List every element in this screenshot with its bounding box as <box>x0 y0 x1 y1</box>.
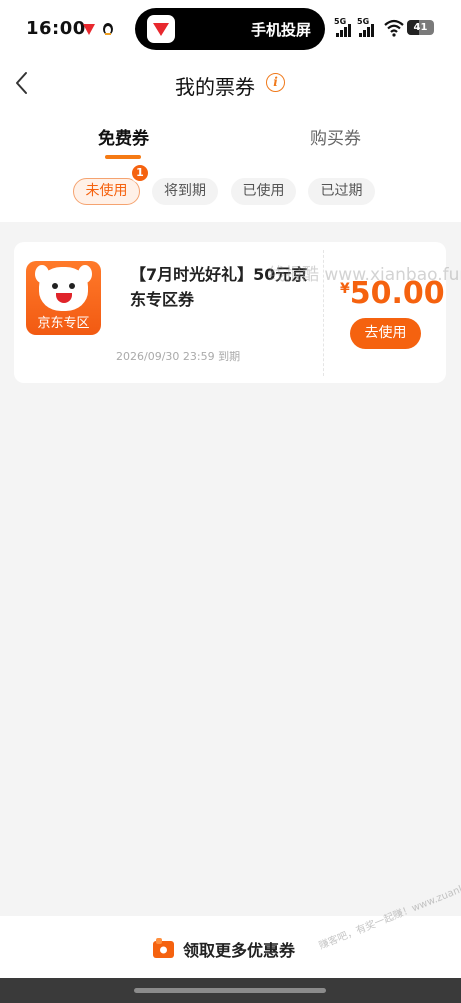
battery-icon: 41 <box>407 20 434 35</box>
watermark-main: 线报酷 www.xianbao.fun <box>268 265 461 285</box>
info-icon[interactable]: i <box>266 73 285 92</box>
screencast-app-icon <box>147 15 175 43</box>
penguin-icon <box>103 23 113 35</box>
jd-mascot-logo: 京东专区 <box>26 261 101 335</box>
coupon-ticket-icon <box>153 938 174 958</box>
unused-count-badge: 1 <box>130 163 150 183</box>
bottom-bar[interactable]: 领取更多优惠券 <box>0 916 461 978</box>
red-arrow-app-icon <box>83 24 95 35</box>
use-coupon-button[interactable]: 去使用 <box>350 318 421 349</box>
signal-icon-2: 5G <box>357 17 377 37</box>
filter-expiring[interactable]: 将到期 <box>152 178 218 205</box>
screencast-pill[interactable]: 手机投屏 <box>135 8 325 50</box>
status-time: 16:00 <box>26 18 86 39</box>
back-button[interactable] <box>10 70 36 96</box>
filter-used[interactable]: 已使用 <box>231 178 296 205</box>
wifi-icon <box>384 19 404 37</box>
page-title: 我的票券 <box>175 75 255 99</box>
status-bar: 16:00 手机投屏 5G 5G 41 <box>0 0 461 58</box>
home-indicator[interactable] <box>134 988 326 993</box>
filter-expired[interactable]: 已过期 <box>308 178 375 205</box>
network-type-1: 5G <box>334 17 347 26</box>
filter-unused[interactable]: 未使用 <box>73 178 140 205</box>
system-nav-bar <box>0 978 461 1003</box>
coupon-expiry: 2026/09/30 23:59 到期 <box>116 350 241 363</box>
active-tab-indicator <box>105 155 141 159</box>
logo-label: 京东专区 <box>37 316 90 331</box>
tab-purchased-coupons[interactable]: 购买券 <box>310 124 361 149</box>
get-more-coupons-link[interactable]: 领取更多优惠券 <box>183 937 295 961</box>
signal-icon: 5G <box>334 17 354 37</box>
screencast-label: 手机投屏 <box>250 21 311 39</box>
tab-free-coupons[interactable]: 免费券 <box>98 124 149 149</box>
network-type-2: 5G <box>357 17 370 26</box>
battery-level: 41 <box>413 22 428 33</box>
